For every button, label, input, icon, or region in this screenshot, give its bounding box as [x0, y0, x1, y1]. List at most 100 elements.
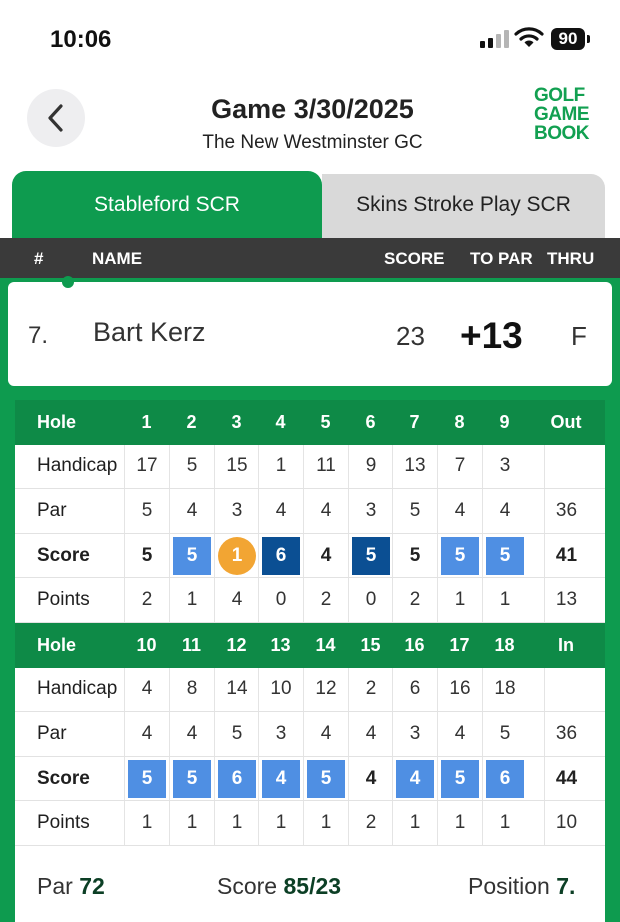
score-cell: 4: [303, 533, 348, 578]
score-cell: 7: [437, 444, 482, 489]
front-nine-points-row: Points 2 1 4 0 2 0 2 1 1 13: [15, 578, 605, 623]
score-cell: 1: [437, 578, 482, 622]
hole-number: 2: [186, 411, 197, 432]
score-cell: 1: [258, 444, 303, 489]
row-label: Handicap: [37, 455, 118, 477]
score-cell: 6: [482, 756, 527, 801]
score-cell: 4: [437, 489, 482, 533]
total-cell: 36: [544, 712, 588, 756]
score-cell: 3: [258, 712, 303, 756]
tab-stableford-scr[interactable]: Stableford SCR: [12, 171, 322, 239]
score-cell: 2: [124, 578, 169, 622]
score-cell: 1: [303, 801, 348, 845]
score-cell: 5: [348, 533, 393, 578]
score-cell: 6: [214, 756, 259, 801]
hole-number: 5: [320, 411, 331, 432]
score-cell: 13: [392, 444, 437, 489]
score-cell: 5: [124, 489, 169, 533]
score-cell: 11: [303, 444, 348, 489]
bogey-marker: 4: [262, 759, 300, 798]
row-label: Hole: [37, 634, 77, 655]
row-label: Par: [37, 722, 67, 744]
score-cell: 4: [303, 712, 348, 756]
score-cell: 8: [169, 667, 214, 712]
score-cell: 1: [214, 801, 259, 845]
row-label: Points: [37, 589, 90, 611]
score-cell: 4: [258, 489, 303, 533]
score-cell: 2: [392, 578, 437, 622]
score-cell: 1: [169, 578, 214, 622]
round-summary: Par 72 Score 85/23 Position 7.: [15, 846, 605, 922]
bogey-marker: 5: [128, 759, 166, 798]
hole-number: 8: [454, 411, 465, 432]
bogey-marker: 5: [173, 536, 211, 575]
hole-number: 6: [365, 411, 376, 432]
score-cell: 14: [214, 667, 259, 712]
total-cell: Out: [550, 411, 582, 432]
front-nine-handicap-row: Handicap 17 5 15 1 11 9 13 7 3: [15, 444, 605, 490]
score-cell: 1: [437, 801, 482, 845]
hole-number: 9: [499, 411, 510, 432]
score-cell: 10: [258, 667, 303, 712]
back-nine-points-row: Points 1 1 1 1 1 2 1 1 1 10: [15, 801, 605, 846]
score-cell: 4: [214, 578, 259, 622]
hole-number: 12: [226, 634, 247, 655]
score-cell: 3: [348, 489, 393, 533]
back-nine-score-row: Score 5 5 6 4 5 4 4 5 6 44: [15, 756, 605, 802]
score-cell: 5: [214, 712, 259, 756]
score-cell: 2: [348, 667, 393, 712]
row-label: Points: [37, 812, 90, 834]
back-button[interactable]: [27, 89, 85, 147]
score-cell: 2: [348, 801, 393, 845]
bogey-marker: 5: [486, 536, 524, 575]
page-title: Game 3/30/2025: [211, 94, 414, 124]
player-row[interactable]: 7. Bart Kerz 23 +13 F: [8, 282, 612, 386]
birdie-marker: 1: [218, 536, 256, 575]
summary-position: Position 7.: [468, 873, 576, 899]
score-cell: 4: [482, 489, 527, 533]
score-cell: 4: [169, 712, 214, 756]
score-cell: 6: [258, 533, 303, 578]
score-cell: 4: [348, 712, 393, 756]
bogey-marker: 5: [441, 536, 479, 575]
score-cell: 1: [392, 801, 437, 845]
score-cell: 15: [214, 444, 259, 489]
score-cell: 6: [392, 667, 437, 712]
summary-score: Score 85/23: [217, 873, 342, 899]
total-cell: 41: [544, 533, 588, 578]
course-name: The New Westminster GC: [202, 132, 423, 153]
score-cell: 0: [348, 578, 393, 622]
score-cell: 4: [303, 489, 348, 533]
row-label: Handicap: [37, 678, 118, 700]
bogey-marker: 6: [218, 759, 256, 798]
score-cell: 2: [303, 578, 348, 622]
total-cell: [544, 667, 588, 712]
bogey-marker: 5: [173, 759, 211, 798]
score-cell: 1: [124, 801, 169, 845]
position-indicator-dot: [62, 276, 74, 288]
hole-number: 15: [360, 634, 381, 655]
leaderboard-header: # NAME SCORE TO PAR THRU: [0, 238, 620, 278]
score-cell: 12: [303, 667, 348, 712]
score-cell: 1: [258, 801, 303, 845]
score-cell: 5: [169, 756, 214, 801]
tab-skins-stroke-play-scr[interactable]: Skins Stroke Play SCR: [322, 174, 605, 238]
player-thru: F: [571, 321, 587, 351]
score-cell: 9: [348, 444, 393, 489]
score-cell: 5: [392, 489, 437, 533]
golf-game-book-logo: GOLF GAME BOOK: [534, 85, 590, 144]
score-cell: 4: [258, 756, 303, 801]
hole-number: 14: [315, 634, 336, 655]
hole-number: 7: [409, 411, 420, 432]
hole-number: 4: [275, 411, 286, 432]
total-cell: 36: [544, 489, 588, 533]
total-cell: 13: [544, 578, 588, 622]
score-cell: 5: [437, 533, 482, 578]
score-cell: 5: [482, 712, 527, 756]
col-rank-header: #: [34, 249, 44, 268]
score-cell: 5: [303, 756, 348, 801]
score-cell: 0: [258, 578, 303, 622]
hole-number: 18: [494, 634, 515, 655]
score-cell: 1: [482, 578, 527, 622]
score-cell: 4: [392, 756, 437, 801]
